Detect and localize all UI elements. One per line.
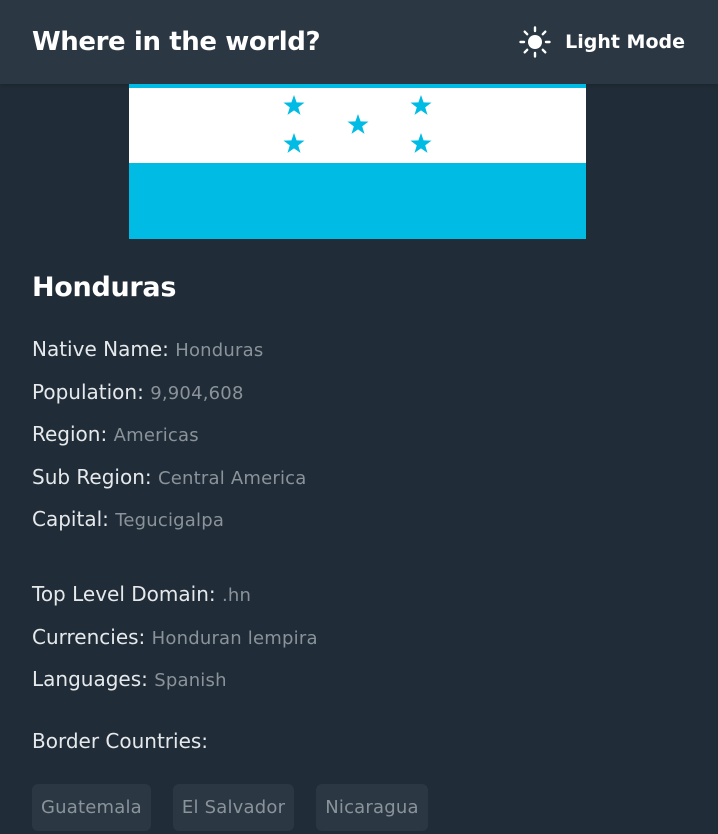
- currencies-value: Honduran lempira: [151, 628, 318, 649]
- population-value: 9,904,608: [150, 383, 244, 404]
- currencies-row: Currencies: Honduran lempira: [32, 624, 318, 652]
- top-level-domain-value: .hn: [221, 585, 252, 606]
- capital-row: Capital: Tegucigalpa: [32, 506, 224, 534]
- country-details: Honduras Native Name: Honduras Populatio…: [32, 270, 698, 831]
- border-countries-title: Border Countries:: [32, 729, 209, 753]
- honduras-flag-icon: [129, 84, 586, 239]
- currencies-label: Currencies:: [32, 625, 146, 649]
- border-country-guatemala[interactable]: Guatemala: [32, 784, 151, 831]
- border-countries-list: Guatemala El Salvador Nicaragua: [32, 784, 428, 831]
- population-label: Population:: [32, 380, 144, 404]
- country-name: Honduras: [32, 272, 177, 303]
- app-title[interactable]: Where in the world?: [32, 27, 321, 57]
- app-header: Where in the world? Light Mode: [0, 0, 718, 84]
- languages-row: Languages: Spanish: [32, 666, 227, 694]
- capital-label: Capital:: [32, 507, 109, 531]
- theme-toggle-label: Light Mode: [565, 31, 685, 53]
- native-name-label: Native Name:: [32, 337, 169, 361]
- theme-toggle-button[interactable]: Light Mode: [519, 26, 685, 58]
- region-value: Americas: [113, 425, 199, 446]
- sub-region-row: Sub Region: Central America: [32, 464, 307, 492]
- top-level-domain-label: Top Level Domain:: [32, 582, 216, 606]
- region-row: Region: Americas: [32, 421, 199, 449]
- languages-value: Spanish: [154, 670, 227, 691]
- sub-region-value: Central America: [158, 468, 307, 489]
- population-row: Population: 9,904,608: [32, 379, 244, 407]
- region-label: Region:: [32, 422, 108, 446]
- border-country-el-salvador[interactable]: El Salvador: [172, 784, 295, 831]
- border-country-nicaragua[interactable]: Nicaragua: [316, 784, 428, 831]
- native-name-value: Honduras: [175, 340, 264, 361]
- sun-icon: [519, 26, 551, 58]
- sub-region-label: Sub Region:: [32, 465, 152, 489]
- capital-value: Tegucigalpa: [115, 510, 225, 531]
- native-name-row: Native Name: Honduras: [32, 336, 263, 364]
- country-flag: [129, 84, 586, 239]
- languages-label: Languages:: [32, 667, 148, 691]
- top-level-domain-row: Top Level Domain: .hn: [32, 581, 251, 609]
